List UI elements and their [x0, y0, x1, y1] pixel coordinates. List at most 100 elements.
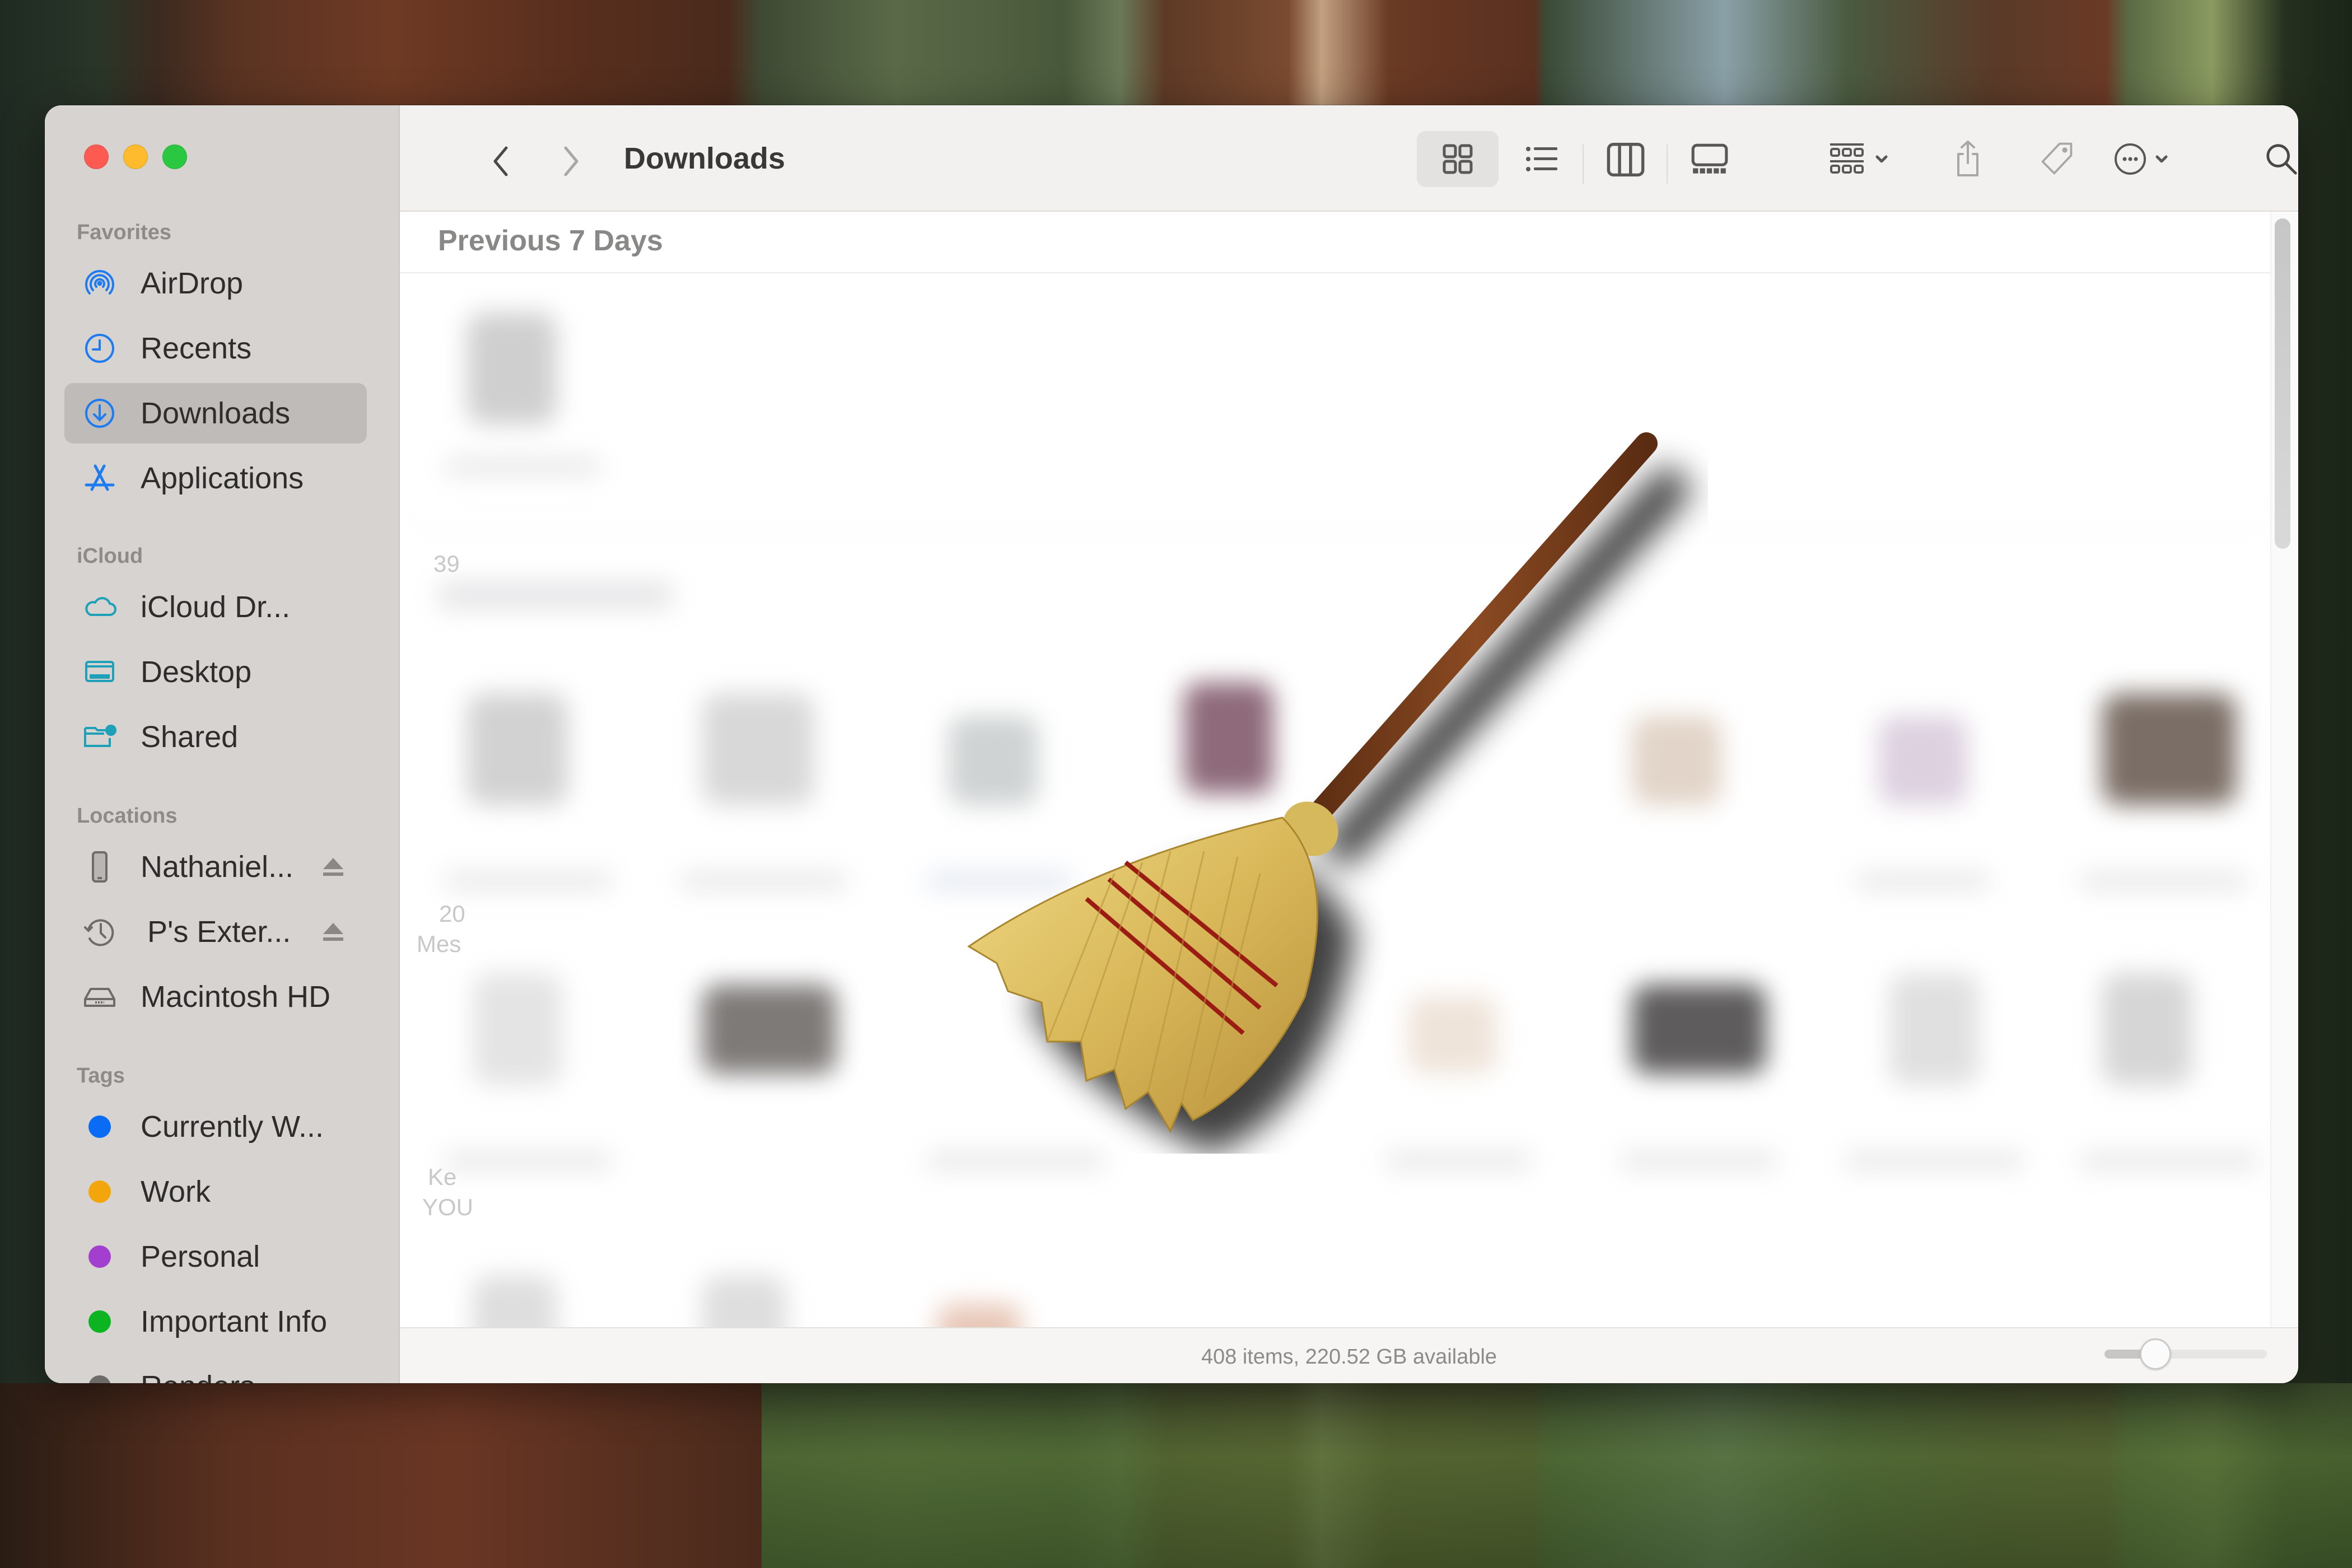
toolbar: Downloads [400, 105, 2298, 212]
tag-color-dot [88, 1375, 111, 1383]
gallery-view-button[interactable] [1669, 131, 1751, 187]
sidebar-item-label: Macintosh HD [141, 980, 331, 1014]
file-thumbnail[interactable] [702, 1276, 786, 1327]
sidebar-item-label: Personal [141, 1240, 260, 1273]
sidebar-item-label: AirDrop [141, 267, 244, 300]
file-name-label [926, 1152, 1105, 1169]
section-title-locations: Locations [77, 804, 178, 828]
sidebar-tag-personal[interactable]: Personal [64, 1226, 367, 1287]
search-button[interactable] [2253, 131, 2298, 187]
more-actions-button[interactable] [2102, 131, 2186, 187]
eject-icon[interactable] [322, 922, 344, 942]
icon-size-slider-knob[interactable] [2140, 1338, 2172, 1370]
cloud-icon [79, 586, 120, 628]
tag-color-dot [88, 1245, 111, 1268]
share-button[interactable] [1940, 131, 1996, 187]
status-bar: 408 items, 220.52 GB available [400, 1327, 2298, 1383]
grid-icon [1443, 144, 1473, 174]
section-title-favorites: Favorites [77, 221, 171, 244]
eject-icon[interactable] [322, 857, 344, 877]
file-name-label [2080, 872, 2248, 889]
file-thumbnail[interactable] [2102, 973, 2192, 1085]
ghost-file-label: YOU [422, 1194, 474, 1220]
file-thumbnail[interactable] [937, 1304, 1021, 1327]
toolbar-separator [1667, 144, 1668, 184]
file-name-label [1621, 1152, 1777, 1169]
sidebar: Favorites AirDrop Recents Downloads Appl… [45, 105, 433, 1383]
shared-folder-icon [79, 716, 120, 758]
group-header: Previous 7 Days [400, 212, 2270, 273]
sidebar-item-label: iCloud Dr... [141, 590, 291, 624]
file-name-label [445, 458, 601, 475]
sidebar-tag-renders[interactable]: Renders [64, 1356, 367, 1383]
sidebar-item-desktop[interactable]: Desktop [64, 642, 367, 702]
sidebar-item-downloads[interactable]: Downloads [64, 383, 367, 444]
sidebar-item-label: Currently W... [141, 1110, 324, 1144]
share-icon [1957, 141, 1978, 176]
download-circle-icon [79, 393, 120, 434]
file-thumbnail[interactable] [1878, 716, 1968, 805]
icon-size-slider[interactable] [2104, 1338, 2267, 1370]
file-thumbnail[interactable] [473, 1276, 557, 1327]
sidebar-item-macintosh-hd[interactable]: Macintosh HD [64, 967, 367, 1027]
file-name-label [1856, 872, 1990, 889]
status-text: 408 items, 220.52 GB available [1201, 1345, 1497, 1369]
sidebar-item-external-drive[interactable]: P's Exter... [64, 902, 367, 962]
search-icon [2266, 144, 2297, 175]
file-thumbnail[interactable] [702, 693, 814, 805]
app-store-icon [79, 458, 120, 499]
ghost-file-label: 39 [433, 550, 460, 577]
airdrop-icon [79, 263, 120, 304]
ellipsis-circle-icon [2115, 143, 2168, 175]
sidebar-item-label: Nathaniel... [141, 850, 294, 884]
sidebar-tag-work[interactable]: Work [64, 1161, 367, 1222]
sidebar-item-airdrop[interactable]: AirDrop [64, 253, 367, 314]
sidebar-item-label: P's Exter... [147, 915, 291, 949]
gallery-icon [1691, 143, 1728, 174]
sidebar-item-label: Recents [141, 332, 252, 365]
icon-view-button[interactable] [1417, 131, 1499, 187]
group-by-button[interactable] [1817, 131, 1901, 187]
hard-drive-icon [79, 976, 120, 1018]
sidebar-item-label: Downloads [141, 396, 291, 430]
column-view-button[interactable] [1585, 131, 1667, 187]
sidebar-item-icloud-drive[interactable]: iCloud Dr... [64, 577, 367, 637]
sidebar-item-shared[interactable]: Shared [64, 707, 367, 767]
ghost-file-label: 20 [439, 900, 465, 927]
sidebar-item-recents[interactable]: Recents [64, 318, 367, 379]
content-scroll-track [2270, 212, 2298, 1327]
sidebar-list: Favorites AirDrop Recents Downloads Appl… [45, 105, 400, 1383]
tag-icon [2041, 142, 2073, 175]
file-name-label [445, 1152, 613, 1169]
file-thumbnail[interactable] [467, 312, 557, 424]
file-thumbnail[interactable] [467, 693, 568, 805]
broom-icon [967, 432, 1695, 1154]
list-icon [1526, 147, 1557, 171]
tag-color-dot [88, 1116, 111, 1138]
sidebar-item-label: Applications [141, 461, 304, 495]
content-scrollbar[interactable] [2275, 218, 2290, 549]
tag-button[interactable] [2026, 131, 2088, 187]
file-name-label [445, 872, 613, 889]
file-thumbnail[interactable] [2102, 693, 2237, 805]
ghost-file-label: Mes [417, 931, 461, 957]
chevron-down-icon [1875, 155, 1888, 163]
sidebar-item-iphone[interactable]: Nathaniel... [64, 837, 367, 897]
forward-button[interactable] [549, 139, 594, 184]
sidebar-tag-important-info[interactable]: Important Info [64, 1291, 367, 1352]
sidebar-item-label: Desktop [141, 655, 252, 689]
sidebar-tag-currently-working[interactable]: Currently W... [64, 1096, 367, 1157]
sidebar-item-applications[interactable]: Applications [64, 448, 367, 508]
sidebar-item-label: Renders [141, 1369, 255, 1383]
file-thumbnail[interactable] [702, 984, 837, 1074]
list-view-button[interactable] [1501, 131, 1583, 187]
group-by-icon [1830, 143, 1888, 174]
desktop-icon [79, 651, 120, 693]
file-thumbnail[interactable] [473, 973, 562, 1085]
sidebar-item-label: Work [141, 1175, 211, 1208]
chevron-right-icon [564, 146, 578, 176]
file-thumbnail[interactable] [1889, 973, 1979, 1085]
file-name-label [1385, 1152, 1531, 1169]
sidebar-item-label: Shared [141, 720, 239, 754]
back-button[interactable] [478, 139, 523, 184]
